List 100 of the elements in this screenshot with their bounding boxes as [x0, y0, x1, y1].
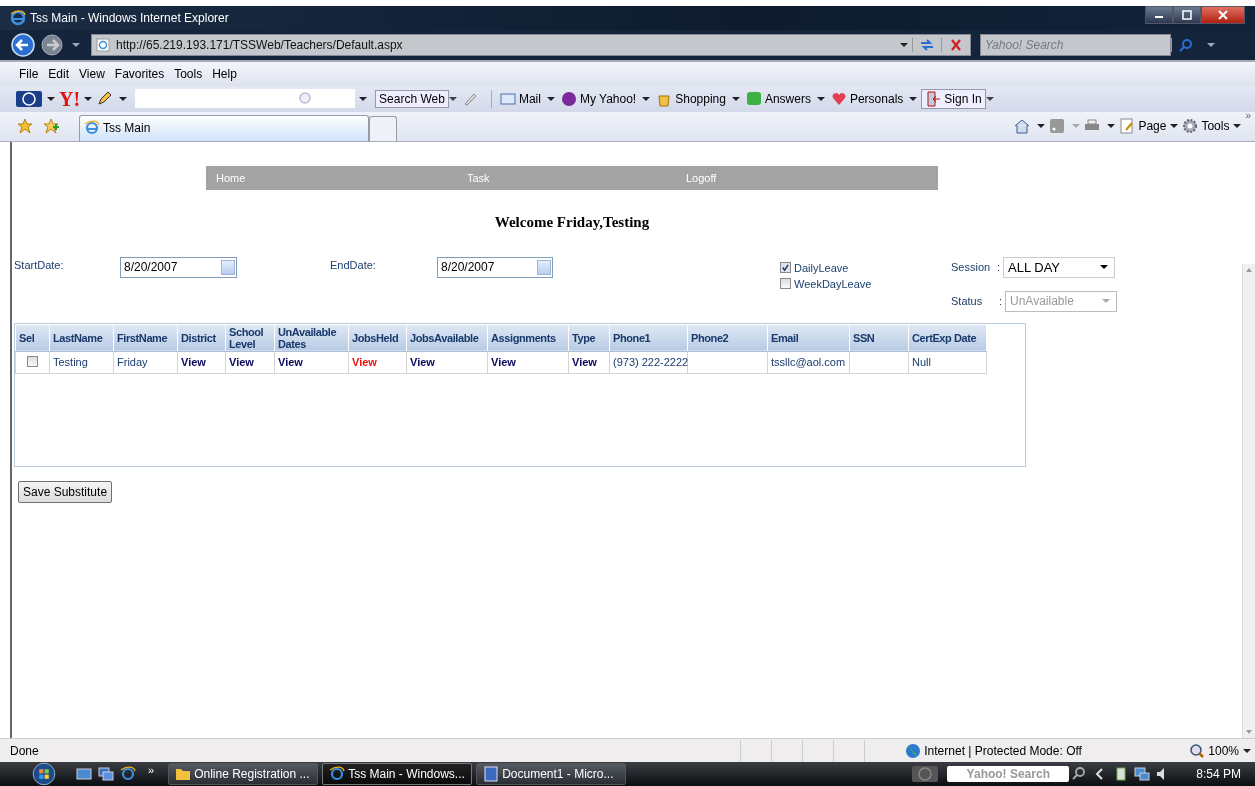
caret-icon[interactable] [448, 96, 457, 101]
toolbar-button[interactable]: Shopping [654, 90, 728, 107]
overflow-chevron[interactable]: » [148, 764, 155, 776]
command-button[interactable]: Page [1119, 118, 1167, 135]
label-colon: : [999, 295, 1004, 308]
caret-icon[interactable] [84, 96, 93, 101]
caret-icon[interactable] [1107, 124, 1116, 129]
caret-icon[interactable] [731, 96, 740, 101]
speech-bubble-icon [745, 90, 762, 107]
checkbox[interactable] [27, 355, 38, 367]
heart-icon [830, 90, 847, 107]
show-desktop-icon[interactable] [76, 766, 92, 782]
caret-icon[interactable] [1207, 42, 1215, 47]
menu-item[interactable]: File [14, 66, 44, 81]
zoom-button[interactable]: 100% [1189, 742, 1239, 759]
ie-logo-icon[interactable] [120, 766, 136, 782]
table-cell: (973) 222-2222 [613, 356, 689, 369]
field-label: Session [951, 261, 992, 274]
search-web-button[interactable]: Search Web [375, 89, 449, 108]
field-label: EndDate: [330, 258, 377, 271]
caret-icon[interactable] [909, 96, 918, 101]
forward-button[interactable] [39, 31, 65, 58]
favorites-star-icon[interactable] [17, 118, 33, 135]
caret-icon[interactable] [119, 96, 128, 101]
status-text: Done [10, 743, 40, 758]
toolbar-button[interactable]: Answers [743, 90, 813, 107]
envelope-icon [499, 90, 516, 107]
menu-item[interactable]: View [74, 66, 110, 81]
switch-windows-icon[interactable] [98, 766, 114, 782]
caret-icon[interactable] [1243, 748, 1251, 753]
network-icon[interactable] [1134, 766, 1151, 782]
caret-icon[interactable] [900, 42, 908, 47]
menu-item[interactable]: Edit [43, 66, 75, 81]
address-field[interactable]: http://65.219.193.171/TSSWeb/Teachers/Default.aspx [91, 33, 971, 56]
taskbar-button[interactable]: Online Registration ... [168, 763, 319, 785]
column-header: UnAvailable Dates [274, 324, 349, 352]
view-link[interactable]: View [410, 356, 435, 369]
caret-icon[interactable] [47, 96, 55, 101]
view-link[interactable]: View [491, 356, 516, 369]
dropdown[interactable]: ALL DAY [1003, 256, 1115, 278]
command-button[interactable]: Tools [1182, 118, 1230, 135]
ie-logo-icon [10, 9, 26, 26]
date-dropdown[interactable]: 8/20/2007 [120, 256, 237, 278]
column-header: Email [767, 324, 850, 352]
circle-icon [560, 90, 577, 107]
checkbox[interactable] [780, 262, 791, 274]
toolbar-button[interactable]: Sign In [921, 88, 986, 109]
table-cell: Friday [117, 356, 148, 369]
search-icon[interactable] [1071, 766, 1088, 782]
back-button[interactable] [10, 31, 36, 58]
column-header: Sel [15, 324, 50, 352]
menu-item[interactable]: Favorites [109, 66, 170, 81]
page-icon [1119, 118, 1136, 135]
pencil-icon[interactable] [96, 90, 113, 107]
toolbar-button[interactable]: Mail [497, 90, 543, 107]
toolbar-button[interactable]: Personals [828, 90, 906, 107]
home-icon[interactable] [1014, 118, 1031, 135]
add-favorite-icon[interactable] [43, 118, 59, 135]
overflow-chevron[interactable]: » [1245, 110, 1251, 122]
menu-item[interactable]: Help [207, 66, 242, 81]
search-input[interactable] [135, 89, 356, 109]
save-button[interactable]: Save Substitute [18, 480, 113, 503]
search-field[interactable]: Yahoo! Search [947, 766, 1070, 782]
page-icon [96, 37, 110, 52]
caret-icon[interactable] [816, 96, 825, 101]
caret-icon[interactable] [359, 96, 368, 101]
menu-item[interactable]: Tools [169, 66, 208, 81]
column-header: Assignments [487, 324, 569, 352]
column-header: Phone2 [687, 324, 768, 352]
caret-icon[interactable] [546, 96, 555, 101]
date-dropdown[interactable]: 8/20/2007 [437, 256, 553, 278]
table-cell: Testing [53, 356, 88, 369]
toolbar-button[interactable]: My Yahoo! [558, 90, 639, 107]
folder-icon [175, 766, 192, 782]
caret-icon[interactable] [1037, 124, 1046, 129]
taskbar-button[interactable]: Document1 - Micro... [476, 763, 627, 785]
view-link[interactable]: View [278, 356, 303, 369]
field-label: Status [951, 295, 984, 308]
close-button[interactable] [1201, 6, 1245, 24]
caret-icon[interactable] [1233, 124, 1242, 129]
caret-icon[interactable] [985, 96, 994, 101]
checkbox-label[interactable]: DailyLeave [794, 261, 849, 274]
checkbox[interactable] [780, 278, 791, 290]
caret-icon[interactable] [642, 96, 651, 101]
start-button[interactable] [32, 762, 56, 786]
search-field[interactable]: Yahoo! Search [980, 33, 1171, 56]
table-cell: tssllc@aol.com [771, 356, 846, 369]
caret-icon[interactable] [1100, 265, 1108, 270]
close-icon [1217, 10, 1229, 20]
column-header: SSN [849, 324, 909, 352]
minimize-button[interactable] [1145, 6, 1173, 24]
column-header: JobsHeld [348, 324, 407, 352]
caret-icon[interactable] [1170, 124, 1179, 129]
browser-tab[interactable]: Tss Main [79, 114, 369, 141]
welcome-heading: Welcome Friday,Testing [494, 213, 650, 231]
taskbar-button[interactable]: Tss Main - Windows... [322, 763, 473, 785]
checkbox-label[interactable]: WeekDayLeave [794, 277, 872, 290]
maximize-button[interactable] [1173, 6, 1201, 24]
caret-icon[interactable] [72, 42, 80, 47]
yahoo-logo[interactable]: Y! [59, 88, 81, 109]
